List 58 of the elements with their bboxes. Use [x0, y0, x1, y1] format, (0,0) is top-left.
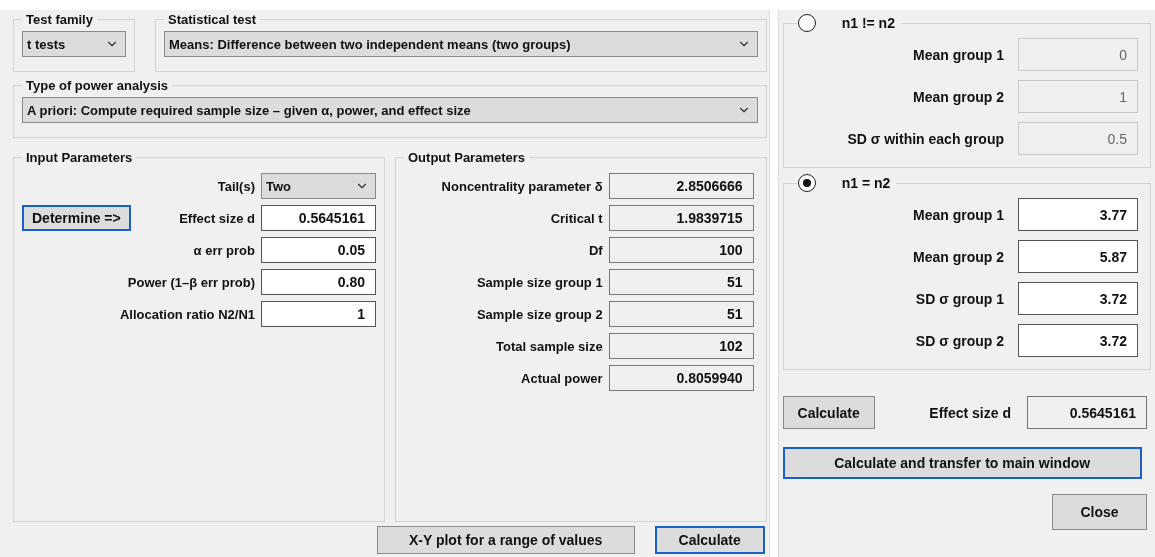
calculate-button[interactable]: Calculate	[782, 396, 875, 429]
group-title: n1 != n2	[841, 15, 895, 31]
input-field[interactable]: 3.72	[1018, 324, 1138, 357]
action-button[interactable]: X-Y plot for a range of values	[376, 526, 635, 554]
field-label: Df	[588, 242, 603, 258]
output-field: 0.8059940	[608, 365, 754, 391]
output-field: 51	[608, 269, 754, 295]
input-field[interactable]: 0.05	[261, 237, 376, 263]
radio-button[interactable]	[797, 174, 816, 192]
radio-button[interactable]	[797, 14, 816, 32]
input-field[interactable]: 0.5645161	[261, 205, 376, 231]
dropdown[interactable]: t tests	[22, 31, 126, 57]
field-label: Tail(s)	[217, 178, 255, 194]
field-label: Sample size group 1	[476, 274, 603, 290]
input-field[interactable]: 1	[1018, 80, 1138, 113]
input-field[interactable]: 1	[261, 301, 376, 327]
output-field: 2.8506666	[608, 173, 754, 199]
group-title: Test family	[25, 12, 94, 27]
field-label: Effect size d	[929, 404, 1011, 421]
determine-button[interactable]: Determine =>	[22, 205, 131, 231]
group-title: Input Parameters	[25, 150, 134, 165]
dropdown[interactable]: Means: Difference between two independent means (two groups)	[164, 31, 758, 57]
dropdown[interactable]: Two	[261, 173, 376, 199]
field-label: Allocation ratio N2/N1	[119, 306, 255, 322]
field-label: Mean group 1	[913, 46, 1004, 63]
output-field: 102	[608, 333, 754, 359]
field-label: Power (1–β err prob)	[127, 274, 255, 290]
field-label: Actual power	[521, 370, 603, 386]
input-field[interactable]: 0.5	[1018, 122, 1138, 155]
group-title: Type of power analysis	[25, 78, 170, 93]
field-label: SD σ group 1	[915, 290, 1004, 307]
field-label: Total sample size	[495, 338, 603, 354]
group-title: Statistical test	[167, 12, 258, 27]
close-button[interactable]: Close	[1052, 494, 1147, 530]
field-label: Mean group 1	[913, 206, 1004, 223]
field-label: α err prob	[193, 242, 255, 258]
group-title: Output Parameters	[407, 150, 527, 165]
input-field[interactable]: 3.72	[1018, 282, 1138, 315]
field-label: Critical t	[550, 210, 603, 226]
output-field: 51	[608, 301, 754, 327]
action-button[interactable]: Calculate	[654, 526, 765, 554]
output-field: 100	[608, 237, 754, 263]
field-label: Mean group 2	[913, 248, 1004, 265]
output-field: 1.9839715	[608, 205, 754, 231]
field-label: Sample size group 2	[476, 306, 603, 322]
input-field[interactable]: 0.80	[261, 269, 376, 295]
output-field: 0.5645161	[1027, 396, 1147, 429]
input-field[interactable]: 3.77	[1018, 198, 1138, 231]
field-label: Mean group 2	[913, 88, 1004, 105]
field-label: Noncentrality parameter δ	[441, 178, 603, 194]
field-label: SD σ within each group	[847, 130, 1004, 147]
field-label: SD σ group 2	[915, 332, 1004, 349]
dropdown[interactable]: A priori: Compute required sample size – given α, power, and effect size	[22, 97, 758, 123]
input-field[interactable]: 5.87	[1018, 240, 1138, 273]
input-field[interactable]: 0	[1018, 38, 1138, 71]
group-title: n1 = n2	[841, 175, 891, 191]
field-label: Effect size d	[179, 210, 255, 226]
transfer-button[interactable]: Calculate and transfer to main window	[782, 447, 1142, 479]
